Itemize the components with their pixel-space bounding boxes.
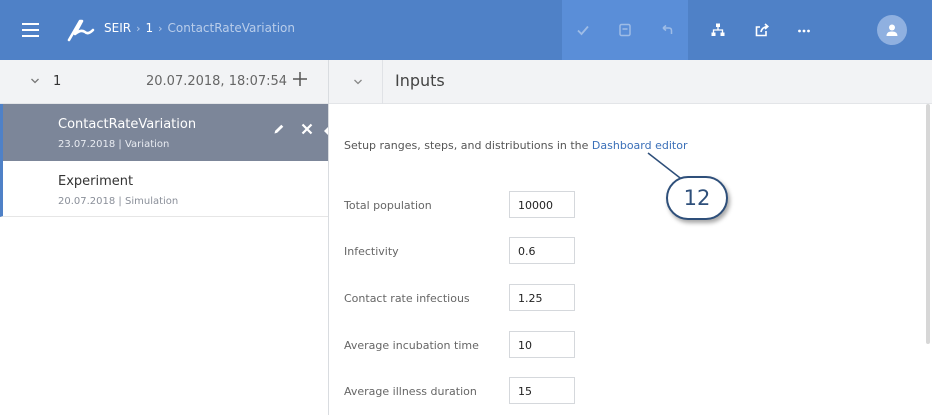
close-icon[interactable] bbox=[301, 123, 313, 135]
experiment-subtitle: 20.07.2018 | Simulation bbox=[58, 196, 179, 207]
inputs-title: Inputs bbox=[395, 71, 445, 90]
experiment-subtitle: 23.07.2018 | Variation bbox=[58, 139, 170, 150]
setup-text: Setup ranges, steps, and distributions i… bbox=[344, 139, 592, 152]
hierarchy-button[interactable] bbox=[697, 0, 739, 60]
contact-rate-infectious-input[interactable]: 1.25 bbox=[509, 284, 575, 311]
dashboard-editor-link[interactable]: Dashboard editor bbox=[592, 139, 688, 152]
share-icon bbox=[755, 23, 770, 37]
run-header: 1 20.07.2018, 18:07:54 bbox=[0, 60, 328, 104]
experiment-item-contactratevariation[interactable]: ContactRateVariation 23.07.2018 | Variat… bbox=[0, 104, 330, 161]
inputs-header: Inputs bbox=[329, 60, 932, 104]
run-timestamp: 20.07.2018, 18:07:54 bbox=[146, 74, 288, 89]
average-illness-duration-input[interactable]: 15 bbox=[509, 377, 575, 404]
breadcrumb-current: ContactRateVariation bbox=[167, 21, 295, 35]
user-avatar[interactable] bbox=[877, 15, 907, 45]
field-label-contact-rate-infectious: Contact rate infectious bbox=[344, 292, 470, 305]
field-label-average-illness-duration: Average illness duration bbox=[344, 385, 477, 398]
setup-hint: Setup ranges, steps, and distributions i… bbox=[344, 139, 687, 152]
undo-icon bbox=[662, 24, 673, 34]
breadcrumb: SEIR › 1 › ContactRateVariation bbox=[104, 21, 295, 35]
breadcrumb-run[interactable]: 1 bbox=[145, 21, 153, 35]
chevron-down-icon[interactable] bbox=[30, 76, 40, 86]
more-icon bbox=[798, 29, 810, 33]
top-bar: SEIR › 1 › ContactRateVariation bbox=[0, 0, 932, 60]
infectivity-input[interactable]: 0.6 bbox=[509, 237, 575, 264]
anylogic-logo-icon[interactable] bbox=[67, 18, 95, 42]
field-label-infectivity: Infectivity bbox=[344, 245, 399, 258]
save-button[interactable] bbox=[604, 0, 646, 60]
pencil-icon[interactable] bbox=[273, 123, 285, 135]
breadcrumb-model[interactable]: SEIR bbox=[104, 21, 131, 35]
field-label-average-incubation-time: Average incubation time bbox=[344, 339, 479, 352]
annotation-callout: 12 bbox=[666, 176, 728, 220]
selection-pointer bbox=[324, 125, 330, 137]
experiment-title: ContactRateVariation bbox=[58, 117, 197, 132]
apply-button[interactable] bbox=[562, 0, 604, 60]
experiment-item-experiment[interactable]: Experiment 20.07.2018 | Simulation bbox=[0, 161, 328, 217]
hierarchy-icon bbox=[711, 23, 725, 36]
breadcrumb-separator: › bbox=[136, 22, 141, 35]
undo-button[interactable] bbox=[646, 0, 688, 60]
chevron-down-icon[interactable] bbox=[353, 77, 363, 87]
header-separator bbox=[382, 60, 383, 104]
add-experiment-icon[interactable] bbox=[292, 71, 308, 87]
share-button[interactable] bbox=[741, 0, 783, 60]
vertical-scrollbar[interactable] bbox=[926, 104, 930, 344]
check-icon bbox=[577, 25, 589, 36]
experiment-title: Experiment bbox=[58, 174, 134, 189]
average-incubation-time-input[interactable]: 10 bbox=[509, 331, 575, 358]
total-population-input[interactable]: 10000 bbox=[509, 191, 575, 218]
field-label-total-population: Total population bbox=[344, 199, 432, 212]
hamburger-menu-icon[interactable] bbox=[22, 23, 39, 37]
run-number: 1 bbox=[53, 74, 62, 89]
save-icon bbox=[619, 23, 631, 37]
breadcrumb-separator: › bbox=[158, 22, 163, 35]
more-button[interactable] bbox=[783, 0, 825, 60]
panel-divider bbox=[328, 60, 329, 415]
user-icon bbox=[886, 24, 898, 36]
